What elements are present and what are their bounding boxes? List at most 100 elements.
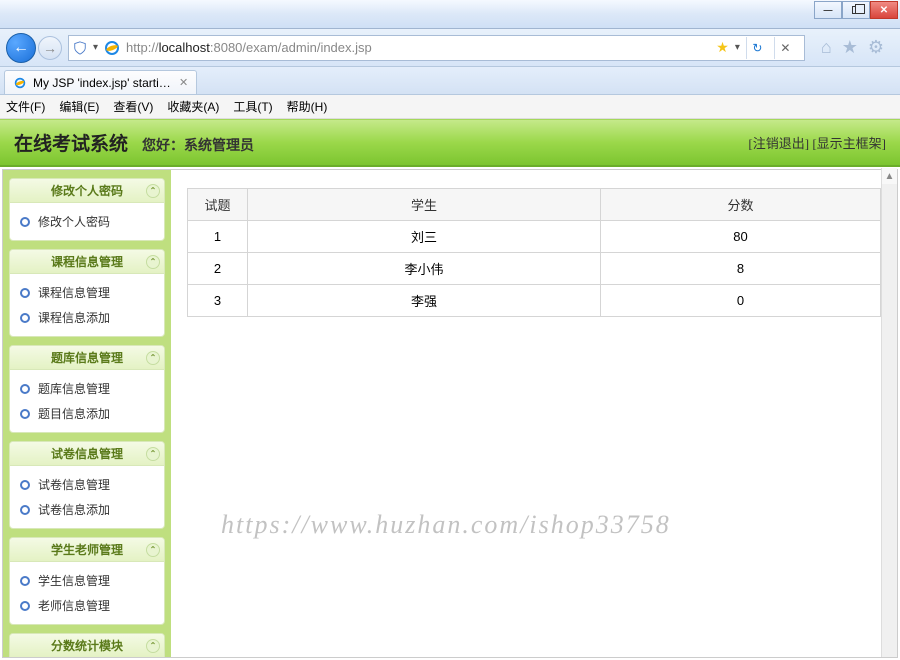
panel-header[interactable]: 修改个人密码 ⌃ xyxy=(10,179,164,203)
th-id: 试题 xyxy=(188,189,248,221)
panel-title: 课程信息管理 xyxy=(51,253,123,270)
greeting: 您好：系统管理员 xyxy=(142,135,254,155)
ie-icon xyxy=(13,76,27,90)
bullet-icon xyxy=(20,409,30,419)
panel-body: 课程信息管理课程信息添加 xyxy=(10,274,164,336)
sidebar-item-label: 课程信息添加 xyxy=(38,309,110,326)
panel-title: 分数统计模块 xyxy=(51,637,123,654)
sidebar-item-label: 学生信息管理 xyxy=(38,572,110,589)
table-cell: 0 xyxy=(601,285,881,317)
sidebar-item-label: 修改个人密码 xyxy=(38,213,110,230)
table-cell: 1 xyxy=(188,221,248,253)
menu-edit[interactable]: 编辑(E) xyxy=(59,98,99,115)
collapse-icon[interactable]: ⌃ xyxy=(146,543,160,557)
browser-tab-row: My JSP 'index.jsp' startin... ✕ xyxy=(0,67,900,95)
sidebar-item-label: 题库信息管理 xyxy=(38,380,110,397)
panel-header[interactable]: 分数统计模块 ⌃ xyxy=(10,634,164,657)
menu-file[interactable]: 文件(F) xyxy=(6,98,45,115)
sidebar-item-label: 试卷信息管理 xyxy=(38,476,110,493)
table-cell: 李小伟 xyxy=(248,253,601,285)
bullet-icon xyxy=(20,288,30,298)
panel-header[interactable]: 试卷信息管理 ⌃ xyxy=(10,442,164,466)
stop-button[interactable]: ✕ xyxy=(774,37,796,59)
system-title: 在线考试系统 xyxy=(14,129,128,156)
content-area: 试题 学生 分数 1刘三802李小伟83李强0 https://www.huzh… xyxy=(171,170,897,657)
bullet-icon xyxy=(20,384,30,394)
favorite-star-icon[interactable]: ★ xyxy=(716,39,729,56)
collapse-icon[interactable]: ⌃ xyxy=(146,255,160,269)
table-row: 2李小伟8 xyxy=(188,253,881,285)
refresh-button[interactable]: ↻ xyxy=(746,37,768,59)
collapse-icon[interactable]: ⌃ xyxy=(146,639,160,653)
sidebar-panel: 试卷信息管理⌃试卷信息管理试卷信息添加 xyxy=(9,441,165,529)
sidebar-item[interactable]: 题目信息添加 xyxy=(20,401,154,426)
table-row: 1刘三80 xyxy=(188,221,881,253)
panel-body: 修改个人密码 xyxy=(10,203,164,240)
forward-button[interactable]: → xyxy=(38,36,62,60)
show-frame-link[interactable]: [显示主框架] xyxy=(812,136,886,151)
url-history-chevron-icon[interactable]: ▾ xyxy=(735,42,740,53)
table-cell: 8 xyxy=(601,253,881,285)
panel-title: 修改个人密码 xyxy=(51,182,123,199)
sidebar-panel: 题库信息管理 ⌃ 题库信息管理题目信息添加 xyxy=(9,345,165,433)
th-score: 分数 xyxy=(601,189,881,221)
tools-gear-icon[interactable]: ⚙ xyxy=(868,37,884,58)
sidebar-panel: 课程信息管理⌃课程信息管理课程信息添加 xyxy=(9,249,165,337)
sidebar-item[interactable]: 题库信息管理 xyxy=(20,376,154,401)
table-cell: 3 xyxy=(188,285,248,317)
sidebar-panel: 修改个人密码 ⌃ 修改个人密码 xyxy=(9,178,165,241)
back-button[interactable]: ← xyxy=(6,33,36,63)
home-icon[interactable]: ⌂ xyxy=(821,37,832,58)
menu-help[interactable]: 帮助(H) xyxy=(287,98,328,115)
sidebar-item[interactable]: 课程信息管理 xyxy=(20,280,154,305)
bullet-icon xyxy=(20,601,30,611)
vertical-scrollbar[interactable]: ▲ xyxy=(881,168,897,657)
window-titlebar xyxy=(0,0,900,29)
panel-title: 题库信息管理 xyxy=(51,349,123,366)
collapse-icon[interactable]: ⌃ xyxy=(146,447,160,461)
panel-title: 试卷信息管理 xyxy=(51,445,123,462)
panel-title: 学生老师管理 xyxy=(51,541,123,558)
window-close-button[interactable] xyxy=(870,1,898,19)
security-shield-icon xyxy=(73,41,87,55)
sidebar-item[interactable]: 课程信息添加 xyxy=(20,305,154,330)
bullet-icon xyxy=(20,217,30,227)
bullet-icon xyxy=(20,576,30,586)
sidebar-item[interactable]: 老师信息管理 xyxy=(20,593,154,618)
logout-link[interactable]: [注销退出] xyxy=(748,136,809,151)
header-links: [注销退出] [显示主框架] xyxy=(748,133,886,152)
table-cell: 80 xyxy=(601,221,881,253)
collapse-icon[interactable]: ⌃ xyxy=(146,351,160,365)
sidebar-item[interactable]: 试卷信息管理 xyxy=(20,472,154,497)
favorites-icon[interactable]: ★ xyxy=(842,37,858,58)
tab-title: My JSP 'index.jsp' startin... xyxy=(33,76,173,90)
sidebar-item[interactable]: 学生信息管理 xyxy=(20,568,154,593)
window-maximize-button[interactable] xyxy=(842,1,870,19)
panel-body: 题库信息管理题目信息添加 xyxy=(10,370,164,432)
bullet-icon xyxy=(20,505,30,515)
panel-header[interactable]: 课程信息管理 ⌃ xyxy=(10,250,164,274)
th-student: 学生 xyxy=(248,189,601,221)
sidebar-item[interactable]: 试卷信息添加 xyxy=(20,497,154,522)
panel-header[interactable]: 题库信息管理 ⌃ xyxy=(10,346,164,370)
window-minimize-button[interactable] xyxy=(814,1,842,19)
menu-favorites[interactable]: 收藏夹(A) xyxy=(167,98,219,115)
url-text: http://localhost:8080/exam/admin/index.j… xyxy=(126,40,710,55)
panel-header[interactable]: 学生老师管理 ⌃ xyxy=(10,538,164,562)
address-bar[interactable]: ▾ http://localhost:8080/exam/admin/index… xyxy=(68,35,805,61)
scroll-up-arrow-icon[interactable]: ▲ xyxy=(882,168,897,184)
sidebar-item[interactable]: 修改个人密码 xyxy=(20,209,154,234)
bullet-icon xyxy=(20,480,30,490)
dropdown-chevron-icon[interactable]: ▾ xyxy=(93,42,98,53)
collapse-icon[interactable]: ⌃ xyxy=(146,184,160,198)
menu-tools[interactable]: 工具(T) xyxy=(233,98,272,115)
tab-close-button[interactable]: ✕ xyxy=(179,76,188,89)
sidebar-item-label: 课程信息管理 xyxy=(38,284,110,301)
browser-tab[interactable]: My JSP 'index.jsp' startin... ✕ xyxy=(4,70,197,94)
table-cell: 李强 xyxy=(248,285,601,317)
menu-view[interactable]: 查看(V) xyxy=(113,98,153,115)
table-cell: 刘三 xyxy=(248,221,601,253)
watermark: https://www.huzhan.com/ishop33758 xyxy=(221,510,671,540)
score-table: 试题 学生 分数 1刘三802李小伟83李强0 xyxy=(187,188,881,317)
sidebar-item-label: 试卷信息添加 xyxy=(38,501,110,518)
